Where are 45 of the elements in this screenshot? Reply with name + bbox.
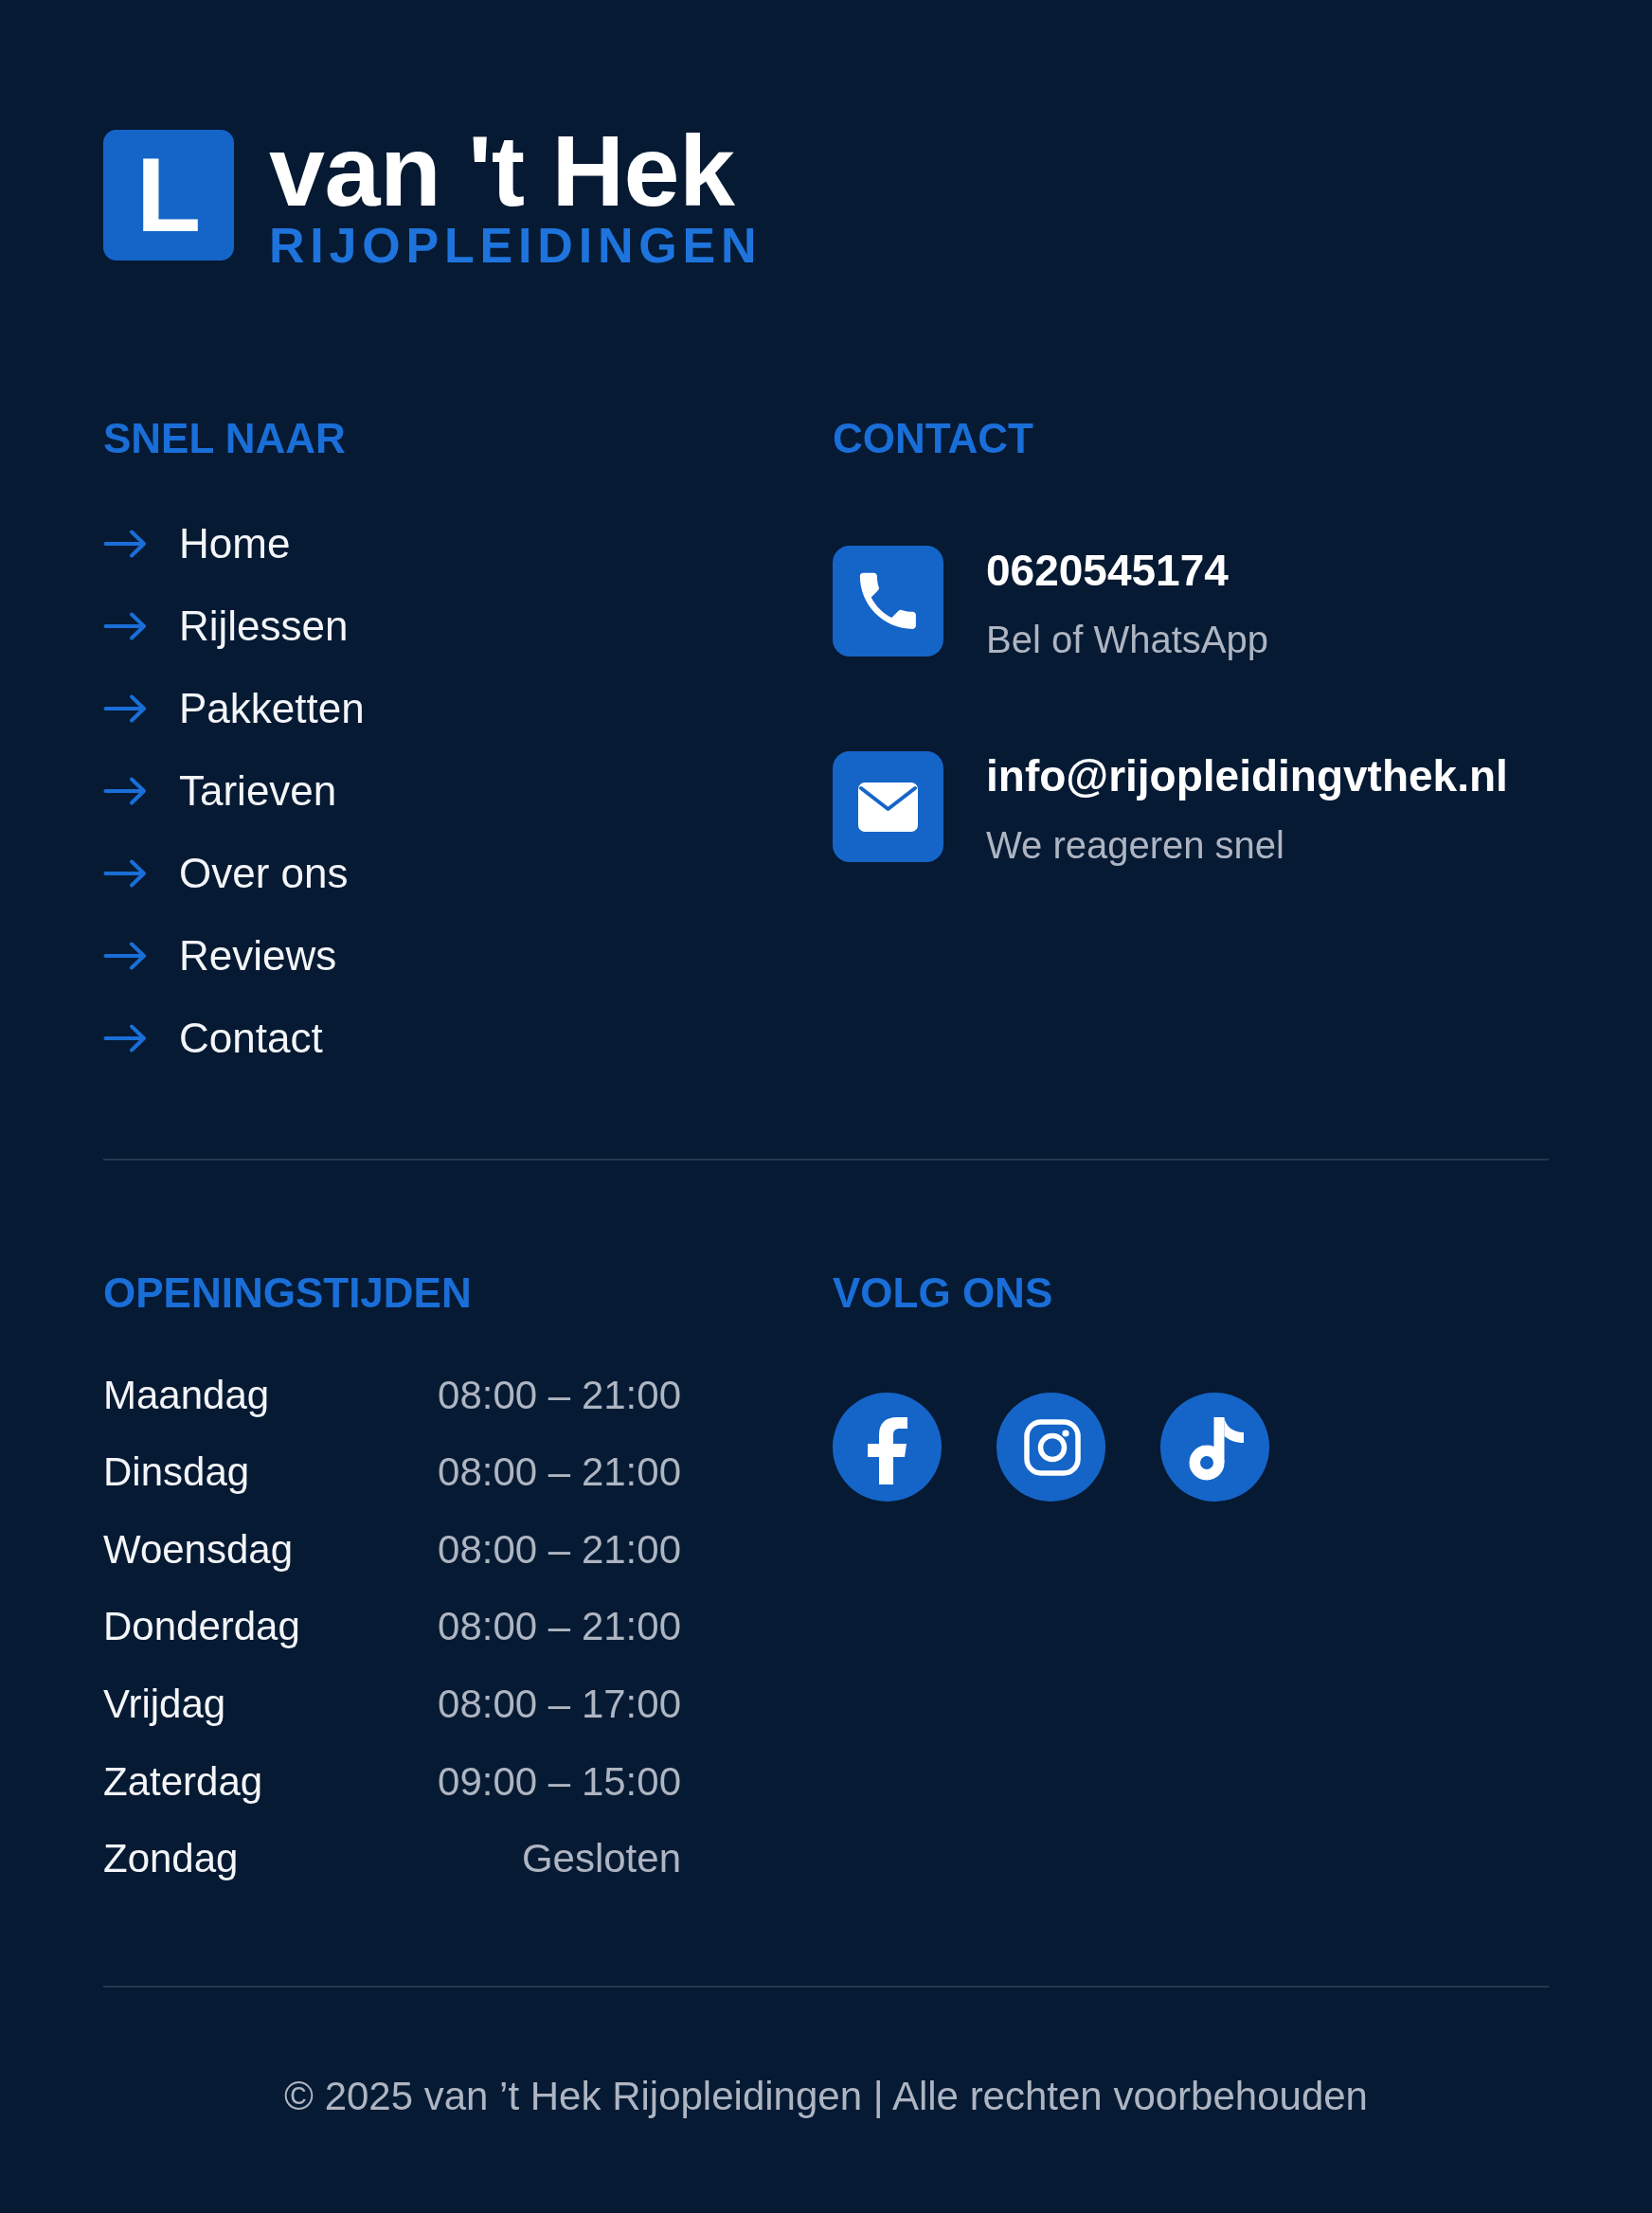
brand-tagline: RIJOPLEIDINGEN (269, 221, 763, 270)
contact-note: Bel of WhatsApp (986, 618, 1268, 662)
nav-link[interactable]: Tarieven (103, 766, 337, 817)
arrow-icon (103, 941, 147, 972)
arrow-icon (103, 693, 147, 725)
day-label: Vrijdag (103, 1680, 226, 1728)
tiktok-icon[interactable] (1160, 1393, 1269, 1502)
day-label: Maandag (103, 1371, 270, 1419)
nav-link[interactable]: Reviews (103, 931, 337, 981)
section-heading: CONTACT (833, 414, 1034, 463)
phone-icon (833, 546, 943, 657)
section-heading: SNEL NAAR (103, 414, 347, 463)
section-heading: OPENINGSTIJDEN (103, 1268, 473, 1318)
nav-link[interactable]: Over ons (103, 849, 349, 899)
arrow-icon (103, 611, 147, 642)
email-address[interactable]: info@rijopleidingvthek.nl (986, 749, 1508, 802)
arrow-icon (103, 858, 147, 890)
day-label: Zaterdag (103, 1757, 263, 1806)
nav-link[interactable]: Rijlessen (103, 602, 349, 652)
opening-hours: 08:00 – 21:00 (438, 1448, 681, 1497)
facebook-icon[interactable] (833, 1393, 942, 1502)
brand-name: van 't Hek (269, 120, 736, 221)
contact-note: We reageren snel (986, 823, 1284, 868)
copyright-text: © 2025 van ’t Hek Rijopleidingen | Alle rechten voorbehouden (284, 2074, 1368, 2119)
opening-hours: 08:00 – 21:00 (438, 1603, 681, 1651)
day-label: Donderdag (103, 1603, 300, 1651)
nav-link[interactable]: Contact (103, 1014, 323, 1064)
instagram-icon[interactable] (997, 1393, 1105, 1502)
nav-link[interactable]: Home (103, 519, 291, 569)
phone-number[interactable]: 0620545174 (986, 544, 1229, 597)
day-label: Woensdag (103, 1525, 294, 1574)
opening-hours: Gesloten (521, 1835, 681, 1883)
logo-badge: L (103, 130, 234, 261)
arrow-icon (103, 529, 147, 560)
day-label: Zondag (103, 1835, 239, 1883)
envelope-icon (833, 751, 943, 862)
arrow-icon (103, 776, 147, 807)
opening-hours: 08:00 – 17:00 (438, 1680, 681, 1728)
nav-link[interactable]: Pakketten (103, 684, 365, 734)
section-heading: VOLG ONS (833, 1268, 1054, 1318)
opening-hours: 08:00 – 21:00 (438, 1525, 681, 1574)
opening-hours: 08:00 – 21:00 (438, 1371, 681, 1419)
day-label: Dinsdag (103, 1448, 250, 1497)
arrow-icon (103, 1023, 147, 1054)
opening-hours: 09:00 – 15:00 (438, 1757, 681, 1806)
